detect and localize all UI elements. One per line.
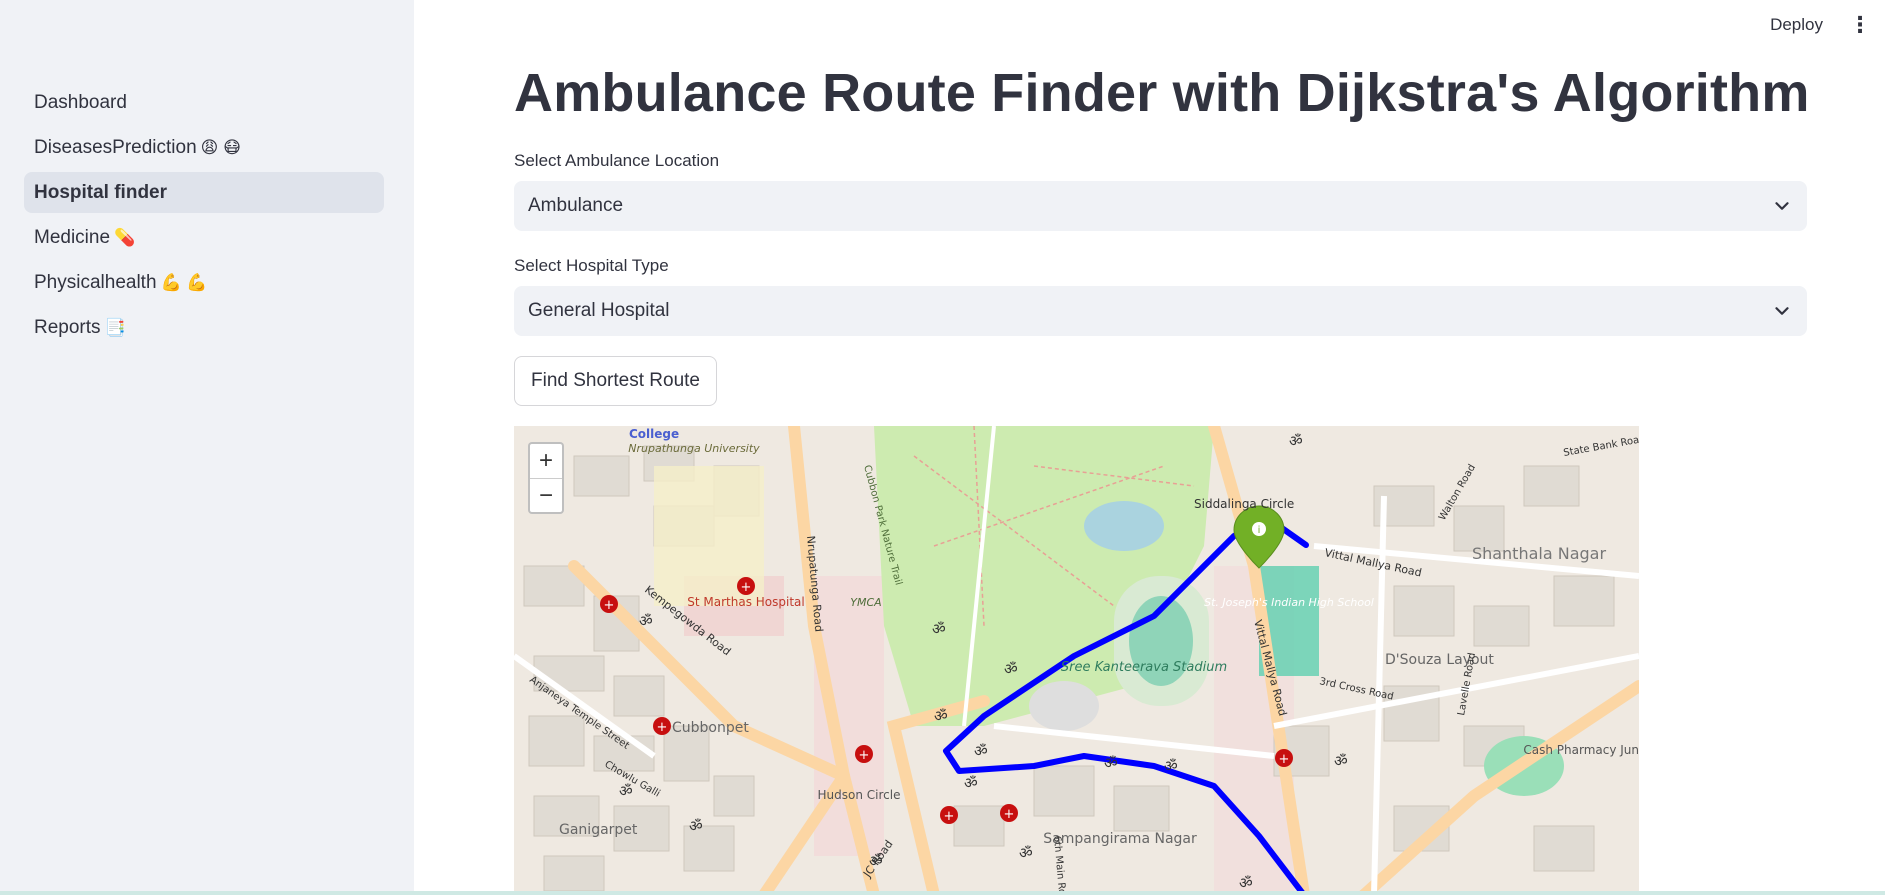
page-title: Ambulance Route Finder with Dijkstra's A…	[514, 63, 1810, 123]
map-label-nrupathunga-university: Nrupathunga University	[628, 442, 760, 455]
svg-text:ॐ: ॐ	[964, 774, 978, 792]
map-label-st-josephs: St. Joseph's Indian High School	[1204, 596, 1374, 609]
sidebar-item-hospital-finder[interactable]: Hospital finder	[24, 172, 384, 213]
sidebar-item-label: Medicine	[34, 226, 111, 248]
map-label-ymca: YMCA	[850, 596, 881, 609]
ambulance-location-label: Select Ambulance Location	[514, 151, 720, 170]
hospital-type-label: Select Hospital Type	[514, 256, 669, 275]
map-label-dsouza-layout: D'Souza Layout	[1385, 652, 1494, 668]
zoom-out-button[interactable]: −	[530, 478, 562, 512]
sidebar-item-reports[interactable]: Reports 📑	[24, 307, 384, 348]
map-label-ganigarpet: Ganigarpet	[559, 822, 638, 838]
svg-text:ॐ: ॐ	[689, 817, 703, 835]
bottom-divider	[0, 891, 1885, 895]
sidebar-item-medicine[interactable]: Medicine 💊	[24, 217, 384, 258]
map-label-cash-pharmacy-junction: Cash Pharmacy Junction	[1523, 743, 1639, 757]
select-value: General Hospital	[528, 300, 670, 321]
svg-text:ॐ: ॐ	[639, 612, 653, 630]
map-label-hudson-circle: Hudson Circle	[818, 788, 901, 802]
sidebar-item-label: Physicalhealth	[34, 271, 157, 293]
sidebar-item-dashboard[interactable]: Dashboard	[24, 82, 384, 123]
sidebar-item-physical-health[interactable]: Physicalhealth 💪 💪	[24, 262, 384, 303]
more-options-icon[interactable]: ⋮	[1849, 12, 1871, 38]
pill-icon: 💊	[114, 227, 136, 247]
svg-text:+: +	[859, 748, 870, 763]
find-shortest-route-button[interactable]: Find Shortest Route	[514, 356, 717, 406]
svg-text:ॐ: ॐ	[1019, 844, 1033, 862]
map-label-shanthala-nagar: Shanthala Nagar	[1472, 544, 1607, 563]
sidebar-nav: Dashboard DiseasesPrediction 😩 😷 Hospita…	[24, 82, 384, 352]
svg-text:+: +	[657, 720, 668, 735]
svg-text:ॐ: ॐ	[1289, 432, 1303, 450]
svg-text:+: +	[1004, 807, 1015, 822]
chevron-down-icon	[1775, 202, 1789, 210]
document-icon: 📑	[104, 317, 126, 337]
sidebar-item-diseases-prediction[interactable]: DiseasesPrediction 😩 😷	[24, 127, 384, 168]
map-label-college: College	[629, 427, 679, 441]
map-label-st-marthas: St Marthas Hospital	[687, 595, 804, 609]
sidebar-item-label: Dashboard	[34, 91, 127, 113]
ambulance-location-select[interactable]: Ambulance	[514, 181, 1807, 231]
svg-text:ॐ: ॐ	[1004, 660, 1018, 678]
map-label-siddalinga-circle: Siddalinga Circle	[1194, 497, 1294, 511]
svg-text:ॐ: ॐ	[1104, 754, 1118, 772]
svg-text:ॐ: ॐ	[1164, 757, 1178, 775]
deploy-button[interactable]: Deploy	[1770, 15, 1823, 35]
sidebar-item-label: DiseasesPrediction	[34, 136, 197, 158]
sidebar-item-label: Hospital finder	[34, 181, 168, 203]
sidebar: Dashboard DiseasesPrediction 😩 😷 Hospita…	[0, 0, 414, 895]
svg-text:ॐ: ॐ	[974, 742, 988, 760]
svg-text:+: +	[604, 598, 615, 613]
route-map[interactable]: i + + + + + + + ॐॐॐ ॐॐॐ ॐॐॐ ॐॐॐ ॐॐॐ Coll…	[514, 426, 1639, 895]
map-label-cubbonpet: Cubbonpet	[672, 720, 749, 736]
top-toolbar: Deploy ⋮	[1770, 0, 1885, 50]
hospital-type-select[interactable]: General Hospital	[514, 286, 1807, 336]
select-value: Ambulance	[528, 195, 624, 216]
emoji-icon: 😩 😷	[200, 137, 241, 157]
sidebar-item-label: Reports	[34, 316, 101, 338]
svg-text:ॐ: ॐ	[1334, 752, 1348, 770]
svg-text:ॐ: ॐ	[932, 620, 946, 638]
svg-text:+: +	[741, 580, 752, 595]
map-label-sampangirama-nagar: Sampangirama Nagar	[1043, 831, 1197, 847]
svg-text:i: i	[1258, 525, 1261, 536]
map-zoom-control: + −	[528, 442, 564, 514]
main-content: Deploy ⋮ Ambulance Route Finder with Dij…	[414, 0, 1885, 895]
map-label-kanteerava: Sree Kanteerava Stadium	[1061, 660, 1227, 675]
svg-text:+: +	[944, 809, 955, 824]
zoom-in-button[interactable]: +	[530, 444, 562, 478]
muscle-icon: 💪 💪	[160, 272, 208, 292]
svg-text:ॐ: ॐ	[934, 707, 948, 725]
svg-text:ॐ: ॐ	[1239, 874, 1253, 892]
chevron-down-icon	[1775, 307, 1789, 315]
map-tiles[interactable]: i +++ +++ + ॐ ॐॐ ॐॐॐ ॐॐॐ ॐॐॐ ॐ ॐॐ Colleg…	[514, 426, 1639, 895]
svg-text:+: +	[1279, 752, 1290, 767]
